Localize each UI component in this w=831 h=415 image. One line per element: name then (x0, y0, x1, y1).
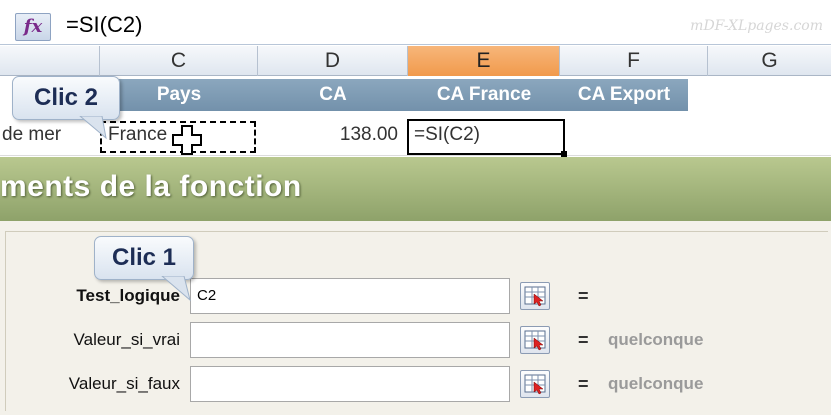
valeur-si-faux-input[interactable] (190, 366, 510, 402)
collapse-dialog-button[interactable] (520, 370, 550, 398)
arg-label-valeur-si-vrai: Valeur_si_vrai (73, 330, 180, 349)
arg-row-test-logique: Test_logique C2 = (0, 278, 831, 314)
arg-row-valeur-si-vrai: Valeur_si_vrai = quelconque (0, 322, 831, 358)
header-cell-ca-export[interactable]: CA Export (560, 79, 688, 111)
range-select-icon (524, 330, 546, 351)
header-cell-pays[interactable]: Pays (100, 79, 258, 111)
callout-clic-2: Clic 2 (12, 76, 120, 120)
column-headers: C D E F G (0, 46, 831, 76)
dialog-title: ments de la fonction (0, 170, 302, 203)
callout-pointer-icon (161, 276, 191, 302)
column-header-c[interactable]: C (100, 46, 258, 76)
header-cell-ca[interactable]: CA (258, 79, 408, 111)
column-header-b-partial[interactable] (0, 46, 100, 76)
collapse-dialog-button[interactable] (520, 326, 550, 354)
callout-clic-1: Clic 1 (94, 236, 194, 280)
column-header-d[interactable]: D (258, 46, 408, 76)
range-select-icon (524, 374, 546, 395)
column-header-g[interactable]: G (708, 46, 831, 76)
cell-formula[interactable]: =SI(C2) (414, 114, 559, 156)
arg-row-valeur-si-faux: Valeur_si_faux = quelconque (0, 366, 831, 402)
column-header-e[interactable]: E (408, 46, 560, 76)
cell-cursor-icon (172, 125, 202, 155)
insert-function-button[interactable]: fx (15, 13, 51, 41)
arg-result: quelconque (608, 330, 704, 349)
excel-screen: fx =SI(C2) mDF-XLpages.com C D E F G Pay… (0, 0, 831, 415)
range-select-icon (524, 286, 546, 307)
equals-sign: = (578, 330, 589, 350)
column-header-f[interactable]: F (560, 46, 708, 76)
test-logique-input[interactable]: C2 (190, 278, 510, 314)
callout-label: Clic 1 (111, 244, 177, 271)
formula-input[interactable]: =SI(C2) (66, 12, 142, 38)
collapse-dialog-button[interactable] (520, 282, 550, 310)
equals-sign: = (578, 286, 589, 306)
formula-bar: fx =SI(C2) mDF-XLpages.com (0, 0, 831, 45)
arg-label-valeur-si-faux: Valeur_si_faux (68, 374, 180, 393)
function-arguments-title-bar[interactable]: ments de la fonction (0, 157, 831, 221)
arg-result: quelconque (608, 374, 704, 393)
watermark: mDF-XLpages.com (690, 18, 823, 34)
callout-label: Clic 2 (33, 84, 99, 111)
table-header-row: Pays CA CA France CA Export (0, 77, 831, 113)
callout-pointer-icon (79, 116, 107, 140)
cell-ca[interactable]: 138.00 (258, 114, 398, 156)
equals-sign: = (578, 374, 589, 394)
header-cell-ca-france[interactable]: CA France (408, 79, 560, 111)
valeur-si-vrai-input[interactable] (190, 322, 510, 358)
table-row: de mer France 138.00 =SI(C2) (0, 114, 831, 157)
